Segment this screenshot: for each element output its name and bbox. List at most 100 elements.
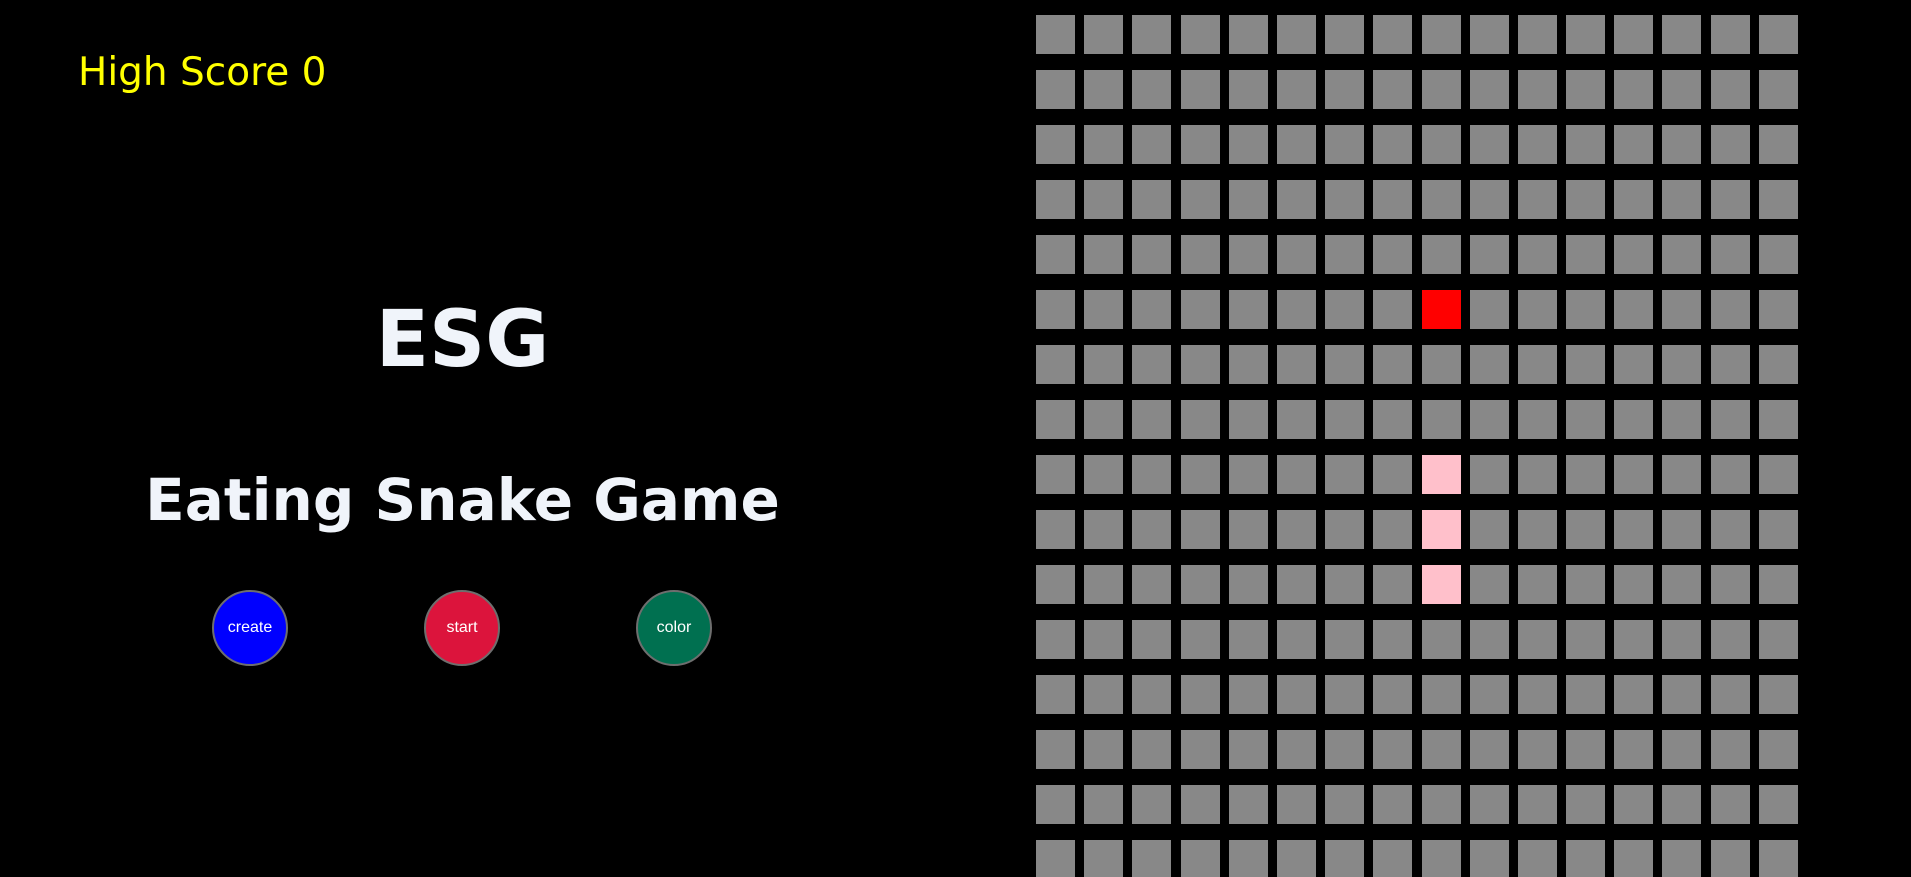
board-cell (1036, 675, 1075, 714)
board-cell (1710, 290, 1750, 329)
board-cell (1421, 15, 1461, 54)
board-cell (1662, 15, 1702, 54)
board-cell (1662, 290, 1702, 329)
board-cell (1566, 15, 1606, 54)
board-cell (1662, 70, 1702, 109)
board-cell (1228, 730, 1268, 769)
board-cell (1517, 15, 1557, 54)
board-cell (1758, 235, 1798, 274)
board-cell (1373, 785, 1413, 824)
board-cell (1180, 70, 1220, 109)
board-cell (1084, 345, 1124, 384)
board-cell (1325, 125, 1365, 164)
board-cell (1662, 840, 1702, 877)
board-cell (1036, 510, 1075, 549)
board-cell (1566, 455, 1606, 494)
board-cell (1517, 180, 1557, 219)
board-cell (1132, 290, 1172, 329)
board-cell (1373, 235, 1413, 274)
board-cell (1036, 840, 1075, 877)
board-cell (1132, 70, 1172, 109)
board-cell (1421, 785, 1461, 824)
board-cell (1084, 70, 1124, 109)
board-cell (1614, 675, 1654, 714)
board-cell (1325, 785, 1365, 824)
board-cell (1614, 455, 1654, 494)
board-cell (1325, 840, 1365, 877)
board-cell (1469, 785, 1509, 824)
board-cell (1276, 455, 1316, 494)
food-cell (1421, 290, 1461, 329)
board-cell (1469, 70, 1509, 109)
create-button[interactable]: create (212, 590, 288, 666)
board-cell (1036, 400, 1075, 439)
board-cell (1084, 455, 1124, 494)
board-cell (1758, 840, 1798, 877)
board-cell (1710, 180, 1750, 219)
board-cell (1373, 565, 1413, 604)
board-cell (1614, 620, 1654, 659)
board-cell (1469, 455, 1509, 494)
board-cell (1758, 15, 1798, 54)
board-cell (1710, 565, 1750, 604)
board-cell (1276, 235, 1316, 274)
board-cell (1758, 785, 1798, 824)
board-cell (1710, 620, 1750, 659)
board-cell (1276, 565, 1316, 604)
color-button[interactable]: color (636, 590, 712, 666)
start-button[interactable]: start (424, 590, 500, 666)
board-cell (1276, 510, 1316, 549)
board-cell (1758, 620, 1798, 659)
board-cell (1325, 180, 1365, 219)
board-cell (1566, 510, 1606, 549)
board-cell (1566, 235, 1606, 274)
board-cell (1421, 70, 1461, 109)
board-cell (1421, 620, 1461, 659)
board-cell (1132, 510, 1172, 549)
board-cell (1036, 730, 1075, 769)
board-cell (1469, 235, 1509, 274)
board-cell (1036, 565, 1075, 604)
board-cell (1566, 840, 1606, 877)
board-cell (1084, 235, 1124, 274)
board-cell (1421, 180, 1461, 219)
board-cell (1036, 455, 1075, 494)
board-cell (1276, 345, 1316, 384)
board-cell (1373, 125, 1413, 164)
board-cell (1276, 785, 1316, 824)
board-cell (1373, 620, 1413, 659)
board-cell (1276, 620, 1316, 659)
game-board[interactable] (1036, 15, 1798, 877)
board-cell (1180, 235, 1220, 274)
board-cell (1469, 180, 1509, 219)
board-cell (1662, 345, 1702, 384)
board-cell (1228, 565, 1268, 604)
board-cell (1132, 565, 1172, 604)
board-cell (1662, 565, 1702, 604)
board-cell (1614, 730, 1654, 769)
board-cell (1132, 125, 1172, 164)
board-cell (1566, 70, 1606, 109)
board-cell (1517, 70, 1557, 109)
board-cell (1758, 565, 1798, 604)
game-subtitle: Eating Snake Game (145, 466, 780, 534)
board-cell (1566, 345, 1606, 384)
board-cell (1517, 785, 1557, 824)
board-cell (1421, 400, 1461, 439)
board-cell (1421, 675, 1461, 714)
board-cell (1373, 675, 1413, 714)
board-cell (1276, 70, 1316, 109)
board-cell (1421, 125, 1461, 164)
board-cell (1517, 840, 1557, 877)
board-cell (1517, 345, 1557, 384)
board-cell (1325, 675, 1365, 714)
board-cell (1758, 125, 1798, 164)
board-cell (1614, 125, 1654, 164)
board-cell (1469, 400, 1509, 439)
board-cell (1758, 345, 1798, 384)
board-cell (1084, 125, 1124, 164)
board-cell (1469, 840, 1509, 877)
board-cell (1228, 675, 1268, 714)
board-cell (1180, 510, 1220, 549)
board-cell (1373, 290, 1413, 329)
